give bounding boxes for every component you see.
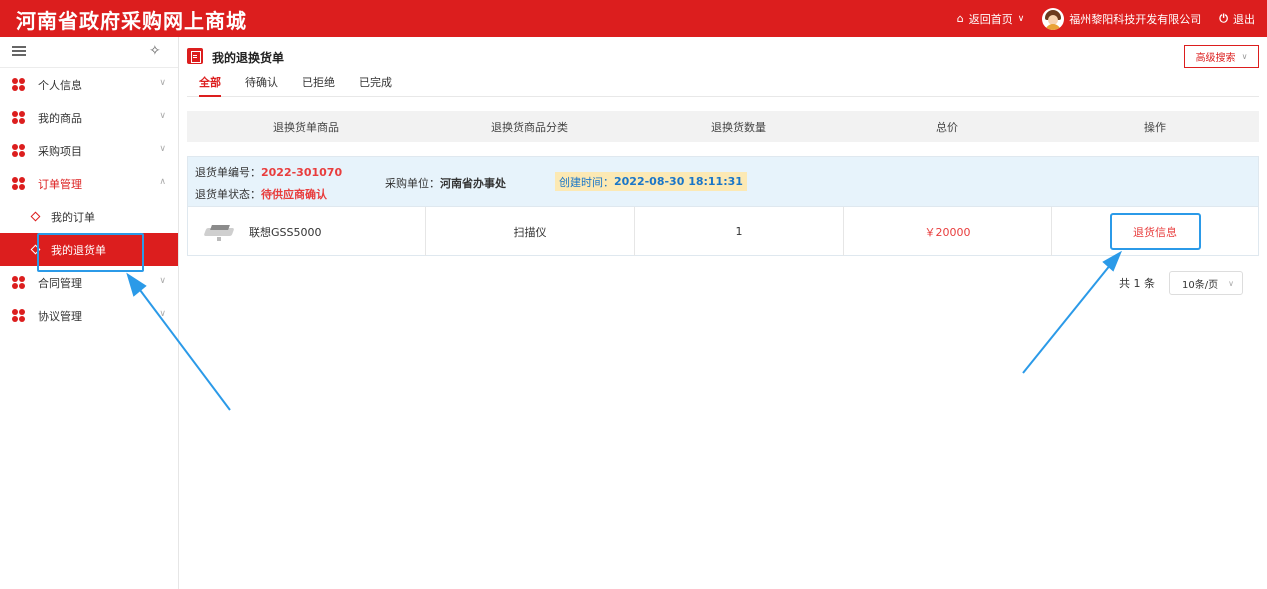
logout-button[interactable]: ⏻ 退出 — [1219, 11, 1255, 27]
logout-label: 退出 — [1233, 12, 1255, 26]
return-info-button[interactable]: 退货信息 — [1109, 213, 1201, 250]
order-status-value: 待供应商确认 — [261, 188, 327, 201]
sidebar: ✧ 个人信息 ∨ 我的商品 ∨ 采购项目 ∨ 订单管理 ∧ 我的订单 我的退货单… — [0, 37, 179, 589]
advanced-search-label: 高级搜索 — [1195, 53, 1236, 64]
chevron-down-icon: ∨ — [159, 309, 166, 319]
order-status: 退货单状态：待供应商确认 — [195, 186, 327, 202]
chevron-down-icon: ∨ — [159, 276, 166, 286]
main-content: 我的退换货单 高级搜索 ∨ 全部 待确认 已拒绝 已完成 退换货单商品 退换货商… — [187, 37, 1259, 295]
annotation-arrow-right — [1022, 263, 1112, 374]
created-time: 创建时间： 2022-08-30 18:11:31 — [555, 172, 747, 191]
created-value: 2022-08-30 18:11:31 — [614, 175, 743, 188]
order-number: 退货单编号：2022-301070 — [195, 164, 342, 180]
chevron-down-icon: ∨ — [159, 144, 166, 154]
return-order-card: 退货单编号：2022-301070 退货单状态：待供应商确认 采购单位：河南省办… — [187, 156, 1259, 256]
tab-all[interactable]: 全部 — [199, 74, 221, 97]
chevron-down-icon: ∨ — [1241, 52, 1248, 61]
created-label: 创建时间： — [559, 175, 614, 189]
buyer-unit: 采购单位：河南省办事处 — [385, 175, 506, 191]
product-name[interactable]: 联想GSS5000 — [249, 224, 321, 240]
home-label: 返回首页 — [968, 12, 1013, 26]
category-cell: 扫描仪 — [426, 207, 635, 256]
price-cell: ￥20000 — [844, 207, 1052, 256]
table-row: 联想GSS5000 扫描仪 1 ￥20000 退货信息 — [188, 207, 1258, 256]
menu-toggle-icon[interactable] — [12, 46, 26, 56]
page-title: 我的退换货单 — [212, 51, 285, 65]
pin-icon[interactable]: ✧ — [149, 43, 161, 59]
chevron-down-icon: ∨ — [1228, 278, 1234, 288]
sidebar-item-procurement-projects[interactable]: 采购项目 ∨ — [0, 134, 178, 167]
order-number-value: 2022-301070 — [261, 166, 343, 179]
quantity-cell: 1 — [635, 207, 844, 256]
page-size-select[interactable]: 10条/页 ∨ — [1169, 271, 1243, 295]
company-name: 福州黎阳科技开发有限公司 — [1069, 12, 1202, 26]
chevron-down-icon: ∨ — [159, 111, 166, 121]
home-link[interactable]: ⌂ 返回首页 ∨ — [957, 11, 1025, 27]
clover-icon — [12, 309, 25, 322]
action-cell: 退货信息 — [1052, 207, 1258, 256]
chevron-up-icon: ∧ — [159, 177, 166, 187]
top-bar: 河南省政府采购网上商城 ⌂ 返回首页 ∨ 福州黎阳科技开发有限公司 ⏻ 退出 — [0, 0, 1267, 37]
sidebar-item-agreement-management[interactable]: 协议管理 ∨ — [0, 299, 178, 332]
sidebar-item-order-management[interactable]: 订单管理 ∧ — [0, 167, 178, 200]
page-size-value: 10条/页 — [1182, 279, 1219, 291]
column-header: 退换货单商品 — [273, 120, 339, 134]
annotation-highlight-box — [37, 233, 144, 272]
top-right-menu: ⌂ 返回首页 ∨ 福州黎阳科技开发有限公司 ⏻ 退出 — [943, 0, 1255, 37]
sidebar-subitem-label: 我的订单 — [51, 210, 95, 224]
column-header: 退换货数量 — [711, 120, 766, 134]
column-header: 操作 — [1144, 120, 1166, 134]
sidebar-item-label: 我的商品 — [38, 111, 82, 125]
clover-icon — [12, 144, 25, 157]
sidebar-item-label: 订单管理 — [38, 177, 82, 191]
site-title[interactable]: 河南省政府采购网上商城 — [16, 5, 247, 34]
buyer-label: 采购单位： — [385, 177, 440, 190]
home-icon: ⌂ — [956, 12, 964, 25]
sidebar-item-label: 采购项目 — [38, 144, 82, 158]
page-header: 我的退换货单 高级搜索 ∨ — [187, 37, 1259, 68]
sidebar-item-label: 协议管理 — [38, 309, 82, 323]
table-header: 退换货单商品 退换货商品分类 退换货数量 总价 操作 — [187, 111, 1259, 142]
power-icon: ⏻ — [1219, 11, 1228, 25]
sidebar-tools: ✧ — [0, 37, 178, 68]
advanced-search-button[interactable]: 高级搜索 ∨ — [1184, 45, 1259, 68]
document-icon — [187, 48, 203, 64]
pagination: 共 1 条 10条/页 ∨ — [1119, 271, 1243, 295]
sidebar-item-label: 合同管理 — [38, 276, 82, 290]
sidebar-item-personal-info[interactable]: 个人信息 ∨ — [0, 68, 178, 101]
order-info-bar: 退货单编号：2022-301070 退货单状态：待供应商确认 采购单位：河南省办… — [188, 157, 1258, 207]
clover-icon — [12, 276, 25, 289]
sidebar-item-label: 个人信息 — [38, 78, 82, 92]
column-header: 退换货商品分类 — [491, 120, 568, 134]
clover-icon — [12, 78, 25, 91]
avatar — [1042, 7, 1065, 30]
chevron-down-icon: ∨ — [1017, 13, 1025, 24]
tab-rejected[interactable]: 已拒绝 — [302, 74, 335, 97]
scanner-product-image[interactable] — [203, 222, 237, 242]
sidebar-item-my-products[interactable]: 我的商品 ∨ — [0, 101, 178, 134]
sidebar-subitem-my-orders[interactable]: 我的订单 — [0, 200, 178, 233]
order-status-label: 退货单状态： — [195, 188, 261, 201]
diamond-icon — [30, 211, 41, 222]
column-header: 总价 — [936, 120, 958, 134]
clover-icon — [12, 177, 25, 190]
company-account[interactable]: 福州黎阳科技开发有限公司 — [1042, 7, 1202, 30]
tab-completed[interactable]: 已完成 — [359, 74, 392, 97]
tab-pending[interactable]: 待确认 — [245, 74, 278, 97]
status-tabs: 全部 待确认 已拒绝 已完成 — [187, 74, 1259, 97]
product-cell: 联想GSS5000 — [188, 207, 426, 256]
clover-icon — [12, 111, 25, 124]
chevron-down-icon: ∨ — [159, 78, 166, 88]
total-count: 共 1 条 — [1119, 277, 1155, 290]
order-number-label: 退货单编号： — [195, 166, 261, 179]
buyer-value: 河南省办事处 — [440, 177, 506, 190]
